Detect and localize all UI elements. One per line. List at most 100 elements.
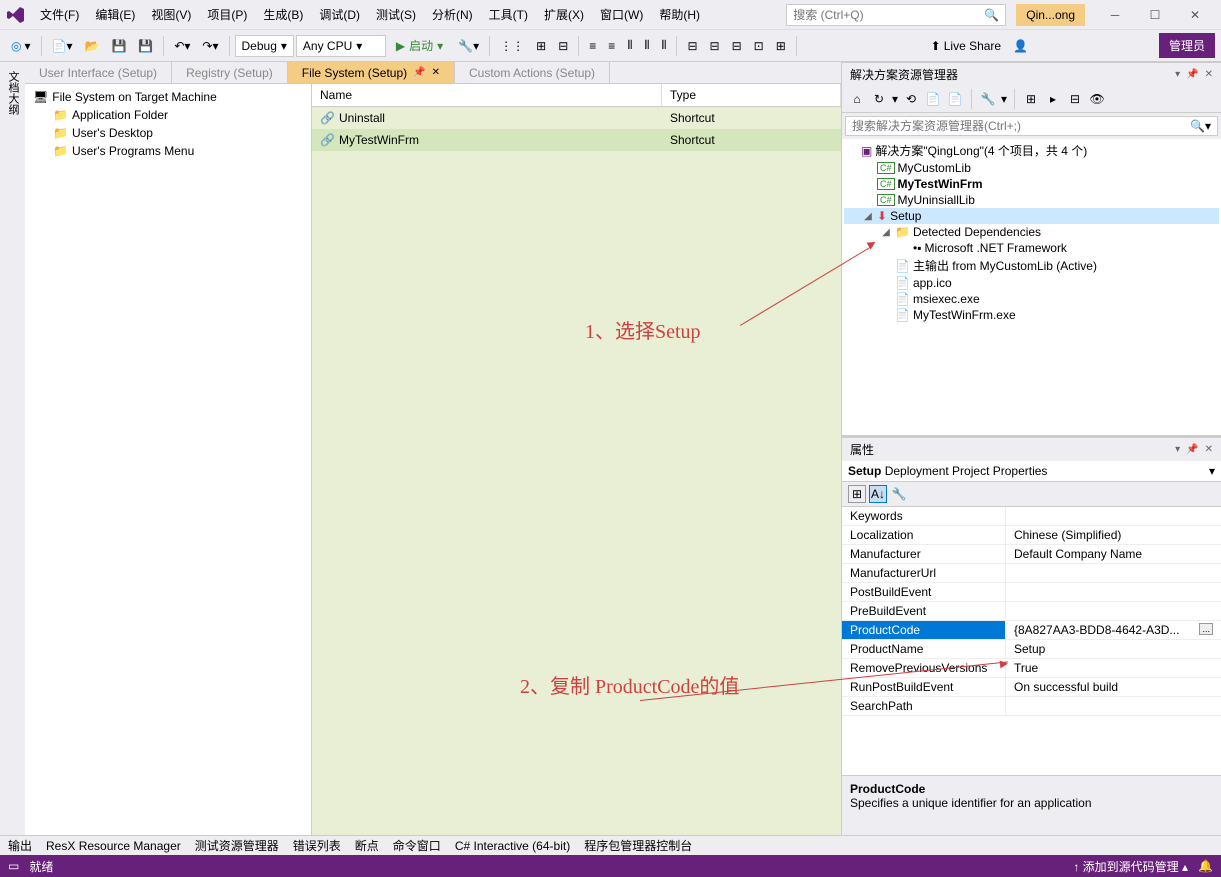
wrench-icon[interactable]: 🔧 [979, 90, 997, 108]
align7[interactable]: ⊡ [749, 36, 769, 56]
prop-row[interactable]: ProductNameSetup [842, 640, 1221, 659]
side-tab[interactable]: 文档大纲 [1, 62, 25, 835]
prop-row[interactable]: PostBuildEvent [842, 583, 1221, 602]
prop-row[interactable]: PreBuildEvent [842, 602, 1221, 621]
sol-item[interactable]: ◢⬇Setup [844, 208, 1219, 224]
doc-tab[interactable]: Registry (Setup) [172, 62, 288, 83]
tb-dotted2[interactable]: ⊞ [531, 36, 551, 56]
fs-folder[interactable]: 📁User's Desktop [29, 124, 307, 142]
ext-icon[interactable]: ⊞ [1022, 90, 1040, 108]
prop-row[interactable]: ManufacturerDefault Company Name [842, 545, 1221, 564]
dropdown-icon[interactable]: ▾ [1175, 444, 1180, 455]
bottom-tab[interactable]: 错误列表 [293, 837, 341, 854]
goto-icon[interactable]: ▸ [1044, 90, 1062, 108]
fs-root[interactable]: 🖥 File System on Target Machine [29, 88, 307, 106]
menu-帮助(H)[interactable]: 帮助(H) [651, 2, 708, 27]
menu-生成(B)[interactable]: 生成(B) [255, 2, 311, 27]
platform-dropdown[interactable]: Any CPU▾ [296, 35, 386, 57]
menu-视图(V)[interactable]: 视图(V) [143, 2, 199, 27]
tb-dotted1[interactable]: ⋮⋮ [495, 36, 529, 56]
outdent-btn[interactable]: ≡ [603, 36, 620, 56]
align2[interactable]: ⫴ [639, 35, 654, 56]
sol-item[interactable]: 📄主输出 from MyCustomLib (Active) [844, 256, 1219, 275]
close-button[interactable]: ✕ [1175, 2, 1215, 28]
bottom-tab[interactable]: 断点 [355, 837, 379, 854]
sync2-icon[interactable]: ⟲ [902, 90, 920, 108]
back-button[interactable]: ◎▾ [6, 36, 36, 56]
menu-调试(D)[interactable]: 调试(D) [311, 2, 368, 27]
prop-row[interactable]: RunPostBuildEventOn successful build [842, 678, 1221, 697]
fs-row[interactable]: 🔗MyTestWinFrmShortcut [312, 129, 841, 151]
col-name[interactable]: Name [312, 84, 662, 106]
collapse-icon[interactable]: ⊟ [1066, 90, 1084, 108]
search-input[interactable] [793, 8, 984, 22]
quick-search[interactable]: 🔍 [786, 4, 1006, 26]
menu-文件(F)[interactable]: 文件(F) [32, 2, 87, 27]
tb-misc[interactable]: 🔧▾ [453, 36, 484, 56]
menu-分析(N)[interactable]: 分析(N) [424, 2, 481, 27]
align6[interactable]: ⊟ [727, 36, 747, 56]
align4[interactable]: ⊟ [682, 36, 702, 56]
sol-item[interactable]: C#MyCustomLib [844, 160, 1219, 176]
source-control[interactable]: ↑ 添加到源代码管理 ▴ [1073, 858, 1188, 875]
doc-tab[interactable]: Custom Actions (Setup) [455, 62, 610, 83]
pin-icon[interactable]: 📌 [1186, 444, 1198, 455]
prop-row[interactable]: Keywords [842, 507, 1221, 526]
menu-工具(T)[interactable]: 工具(T) [481, 2, 536, 27]
fs-folder[interactable]: 📁Application Folder [29, 106, 307, 124]
menu-编辑(E)[interactable]: 编辑(E) [87, 2, 143, 27]
prop-row[interactable]: ManufacturerUrl [842, 564, 1221, 583]
open-button[interactable]: 📂 [79, 36, 104, 56]
align5[interactable]: ⊟ [705, 36, 725, 56]
sol-item[interactable]: C#MyUninsiallLib [844, 192, 1219, 208]
pin-icon[interactable]: 📌 [1186, 69, 1198, 80]
align8[interactable]: ⊞ [771, 36, 791, 56]
prop-row[interactable]: RemovePreviousVersionsTrue [842, 659, 1221, 678]
home-icon[interactable]: ⌂ [848, 90, 866, 108]
prop-row[interactable]: ProductCode{8A827AA3-BDD8-4642-A3D... ..… [842, 621, 1221, 640]
alphabetical-icon[interactable]: A↓ [869, 485, 887, 503]
fs-folder[interactable]: 📁User's Programs Menu [29, 142, 307, 160]
col-type[interactable]: Type [662, 84, 841, 106]
sol-item[interactable]: 📄msiexec.exe [844, 291, 1219, 307]
fs-row[interactable]: 🔗UninstallShortcut [312, 107, 841, 129]
bottom-tab[interactable]: ResX Resource Manager [46, 839, 181, 853]
prop-row[interactable]: LocalizationChinese (Simplified) [842, 526, 1221, 545]
sol-item[interactable]: 📄MyTestWinFrm.exe [844, 307, 1219, 323]
bottom-tab[interactable]: 命令窗口 [393, 837, 441, 854]
doc-tab[interactable]: File System (Setup)📌✕ [288, 62, 455, 83]
align1[interactable]: ⫴ [622, 35, 637, 56]
categorized-icon[interactable]: ⊞ [848, 485, 866, 503]
bottom-tab[interactable]: 测试资源管理器 [195, 837, 279, 854]
new-button[interactable]: 📄▾ [47, 36, 78, 56]
indent-btn[interactable]: ≡ [584, 36, 601, 56]
bottom-tab[interactable]: C# Interactive (64-bit) [455, 839, 570, 853]
user-badge[interactable]: Qin...ong [1016, 4, 1085, 26]
sol-item[interactable]: ◢📁Detected Dependencies [844, 224, 1219, 240]
bottom-tab[interactable]: 输出 [8, 837, 32, 854]
solution-search-input[interactable] [852, 119, 1190, 133]
config-dropdown[interactable]: Debug▾ [235, 35, 294, 57]
doc-icon[interactable]: 📄 [924, 90, 942, 108]
prop-row[interactable]: SearchPath [842, 697, 1221, 716]
align3[interactable]: ⫴ [656, 35, 671, 56]
save-all-button[interactable]: 💾 [133, 36, 158, 56]
tb-dotted3[interactable]: ⊟ [553, 36, 573, 56]
sync-icon[interactable]: ↻ [870, 90, 888, 108]
sol-item[interactable]: 📄app.ico [844, 275, 1219, 291]
start-button[interactable]: ▶ 启动 ▾ [388, 34, 451, 57]
live-share-button[interactable]: ⬆ Live Share [926, 36, 1006, 56]
bell-icon[interactable]: 🔔 [1198, 859, 1213, 873]
menu-测试(S)[interactable]: 测试(S) [368, 2, 424, 27]
doc2-icon[interactable]: 📄 [946, 90, 964, 108]
maximize-button[interactable]: ☐ [1135, 2, 1175, 28]
save-button[interactable]: 💾 [106, 36, 131, 56]
minimize-button[interactable]: ─ [1095, 2, 1135, 28]
solution-root[interactable]: ▣解决方案"QingLong"(4 个项目，共 4 个) [844, 141, 1219, 160]
feedback-icon[interactable]: 👤 [1008, 36, 1033, 56]
menu-项目(P)[interactable]: 项目(P) [199, 2, 255, 27]
close-icon[interactable]: ✕ [1205, 444, 1213, 455]
close-icon[interactable]: ✕ [1205, 69, 1213, 80]
bottom-tab[interactable]: 程序包管理器控制台 [584, 837, 692, 854]
menu-窗口(W)[interactable]: 窗口(W) [592, 2, 651, 27]
